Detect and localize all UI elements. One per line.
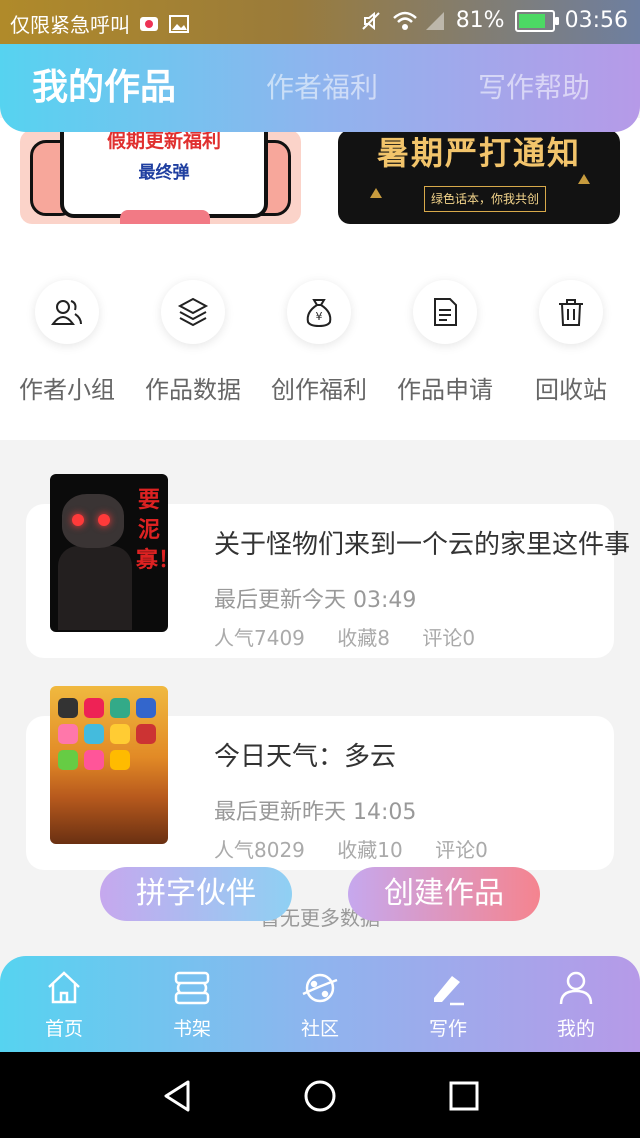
triangle-decoration-icon <box>370 188 382 198</box>
quick-action-recycle-bin[interactable]: 回收站 <box>508 280 634 405</box>
quick-action-label: 创作福利 <box>271 376 367 404</box>
nav-home[interactable]: 首页 <box>0 968 128 1041</box>
status-bar: 仅限紧急呼叫 81% 03:56 <box>0 0 640 44</box>
nav-label: 我的 <box>556 1018 595 1040</box>
quick-action-label: 作品申请 <box>397 376 493 404</box>
content-panel: 假期更新福利 最终弹 暑期严打通知 绿色话本，你我共创 作者小组 作品数据 ¥ … <box>0 118 640 440</box>
triangle-decoration-icon <box>578 174 590 184</box>
top-tab-bar: 我的作品 作者福利 写作帮助 <box>0 44 640 132</box>
quick-action-work-data[interactable]: 作品数据 <box>130 280 256 405</box>
cover-app-grid <box>58 698 160 770</box>
popularity-count: 人气8029 <box>214 838 305 862</box>
home-circle-icon[interactable] <box>302 1078 338 1114</box>
cover-figure <box>58 546 132 630</box>
banner-subline: 最终弹 <box>138 163 190 183</box>
system-nav-bar <box>0 1052 640 1138</box>
create-work-button[interactable]: 创建作品 <box>348 867 540 921</box>
nav-community[interactable]: 社区 <box>256 968 384 1041</box>
nav-label: 写作 <box>428 1018 467 1040</box>
banner-subline: 绿色话本，你我共创 <box>424 186 546 212</box>
tab-writing-help[interactable]: 写作帮助 <box>478 44 590 132</box>
work-cover[interactable] <box>50 686 168 844</box>
bookshelf-icon <box>174 971 210 1005</box>
quick-action-label: 作者小组 <box>19 376 115 404</box>
comments-count: 评论0 <box>435 838 488 862</box>
nav-write[interactable]: 写作 <box>384 968 512 1041</box>
favorites-count: 收藏8 <box>337 626 390 650</box>
cover-figure-eye <box>98 514 110 526</box>
banner-decoration <box>120 210 210 224</box>
work-stats: 人气8029 收藏10 评论0 <box>214 834 514 863</box>
bottom-nav: 首页 书架 社区 写作 我的 <box>0 956 640 1052</box>
mute-icon <box>360 10 382 32</box>
cover-figure-eye <box>72 514 84 526</box>
recents-icon[interactable] <box>446 1078 482 1114</box>
people-icon <box>35 280 99 344</box>
home-icon <box>48 971 80 1004</box>
work-title: 今日天气：多云 <box>214 742 397 772</box>
user-icon <box>559 971 593 1005</box>
trash-icon <box>539 280 603 344</box>
wifi-icon <box>392 10 417 32</box>
no-more-data-text: 暂无更多数据 <box>260 906 380 930</box>
back-icon[interactable] <box>160 1078 196 1114</box>
image-icon <box>168 13 190 35</box>
tab-my-works[interactable]: 我的作品 <box>32 44 176 132</box>
banner-summer-notice[interactable]: 暑期严打通知 绿色话本，你我共创 <box>338 130 620 224</box>
nav-label: 首页 <box>44 1018 83 1040</box>
popularity-count: 人气7409 <box>214 626 305 650</box>
layers-icon <box>161 280 225 344</box>
favorites-count: 收藏10 <box>337 838 403 862</box>
comments-count: 评论0 <box>422 626 476 650</box>
status-notification-text: 仅限紧急呼叫 <box>10 13 130 37</box>
writing-partner-button[interactable]: 拼字伙伴 <box>100 867 292 921</box>
quick-action-author-group[interactable]: 作者小组 <box>4 280 130 405</box>
quick-action-label: 回收站 <box>535 376 607 404</box>
quick-action-creation-benefits[interactable]: ¥ 创作福利 <box>256 280 382 405</box>
banner-holiday-update[interactable]: 假期更新福利 最终弹 <box>20 130 301 224</box>
clock: 03:56 <box>564 8 628 33</box>
svg-text:¥: ¥ <box>316 310 323 323</box>
cover-text: 要泥寡！ <box>136 488 168 573</box>
battery-percent: 81% <box>455 8 505 33</box>
nav-label: 社区 <box>300 1018 339 1040</box>
document-icon <box>413 280 477 344</box>
nav-label: 书架 <box>172 1018 211 1040</box>
work-updated-time: 最后更新昨天 14:05 <box>214 800 417 825</box>
money-bag-icon: ¥ <box>287 280 351 344</box>
banner-headline: 假期更新福利 <box>106 130 221 152</box>
quick-action-label: 作品数据 <box>145 376 241 404</box>
work-stats: 人气7409 收藏8 评论0 <box>214 622 501 651</box>
notification-app-icon <box>138 13 160 35</box>
signal-icon <box>424 10 446 32</box>
tab-author-benefits[interactable]: 作者福利 <box>266 44 378 132</box>
work-title: 关于怪物们来到一个云的家里这件事 <box>214 530 631 560</box>
nav-profile[interactable]: 我的 <box>512 968 640 1041</box>
planet-icon <box>302 973 338 1003</box>
nav-bookshelf[interactable]: 书架 <box>128 968 256 1041</box>
battery-icon <box>514 9 559 32</box>
quick-action-work-application[interactable]: 作品申请 <box>382 280 508 405</box>
pen-icon <box>434 976 464 1006</box>
work-updated-time: 最后更新今天 03:49 <box>214 588 417 613</box>
banner-headline: 暑期严打通知 <box>376 134 581 172</box>
banner-card: 假期更新福利 最终弹 <box>60 130 268 218</box>
work-cover[interactable]: 要泥寡！ <box>50 474 168 632</box>
